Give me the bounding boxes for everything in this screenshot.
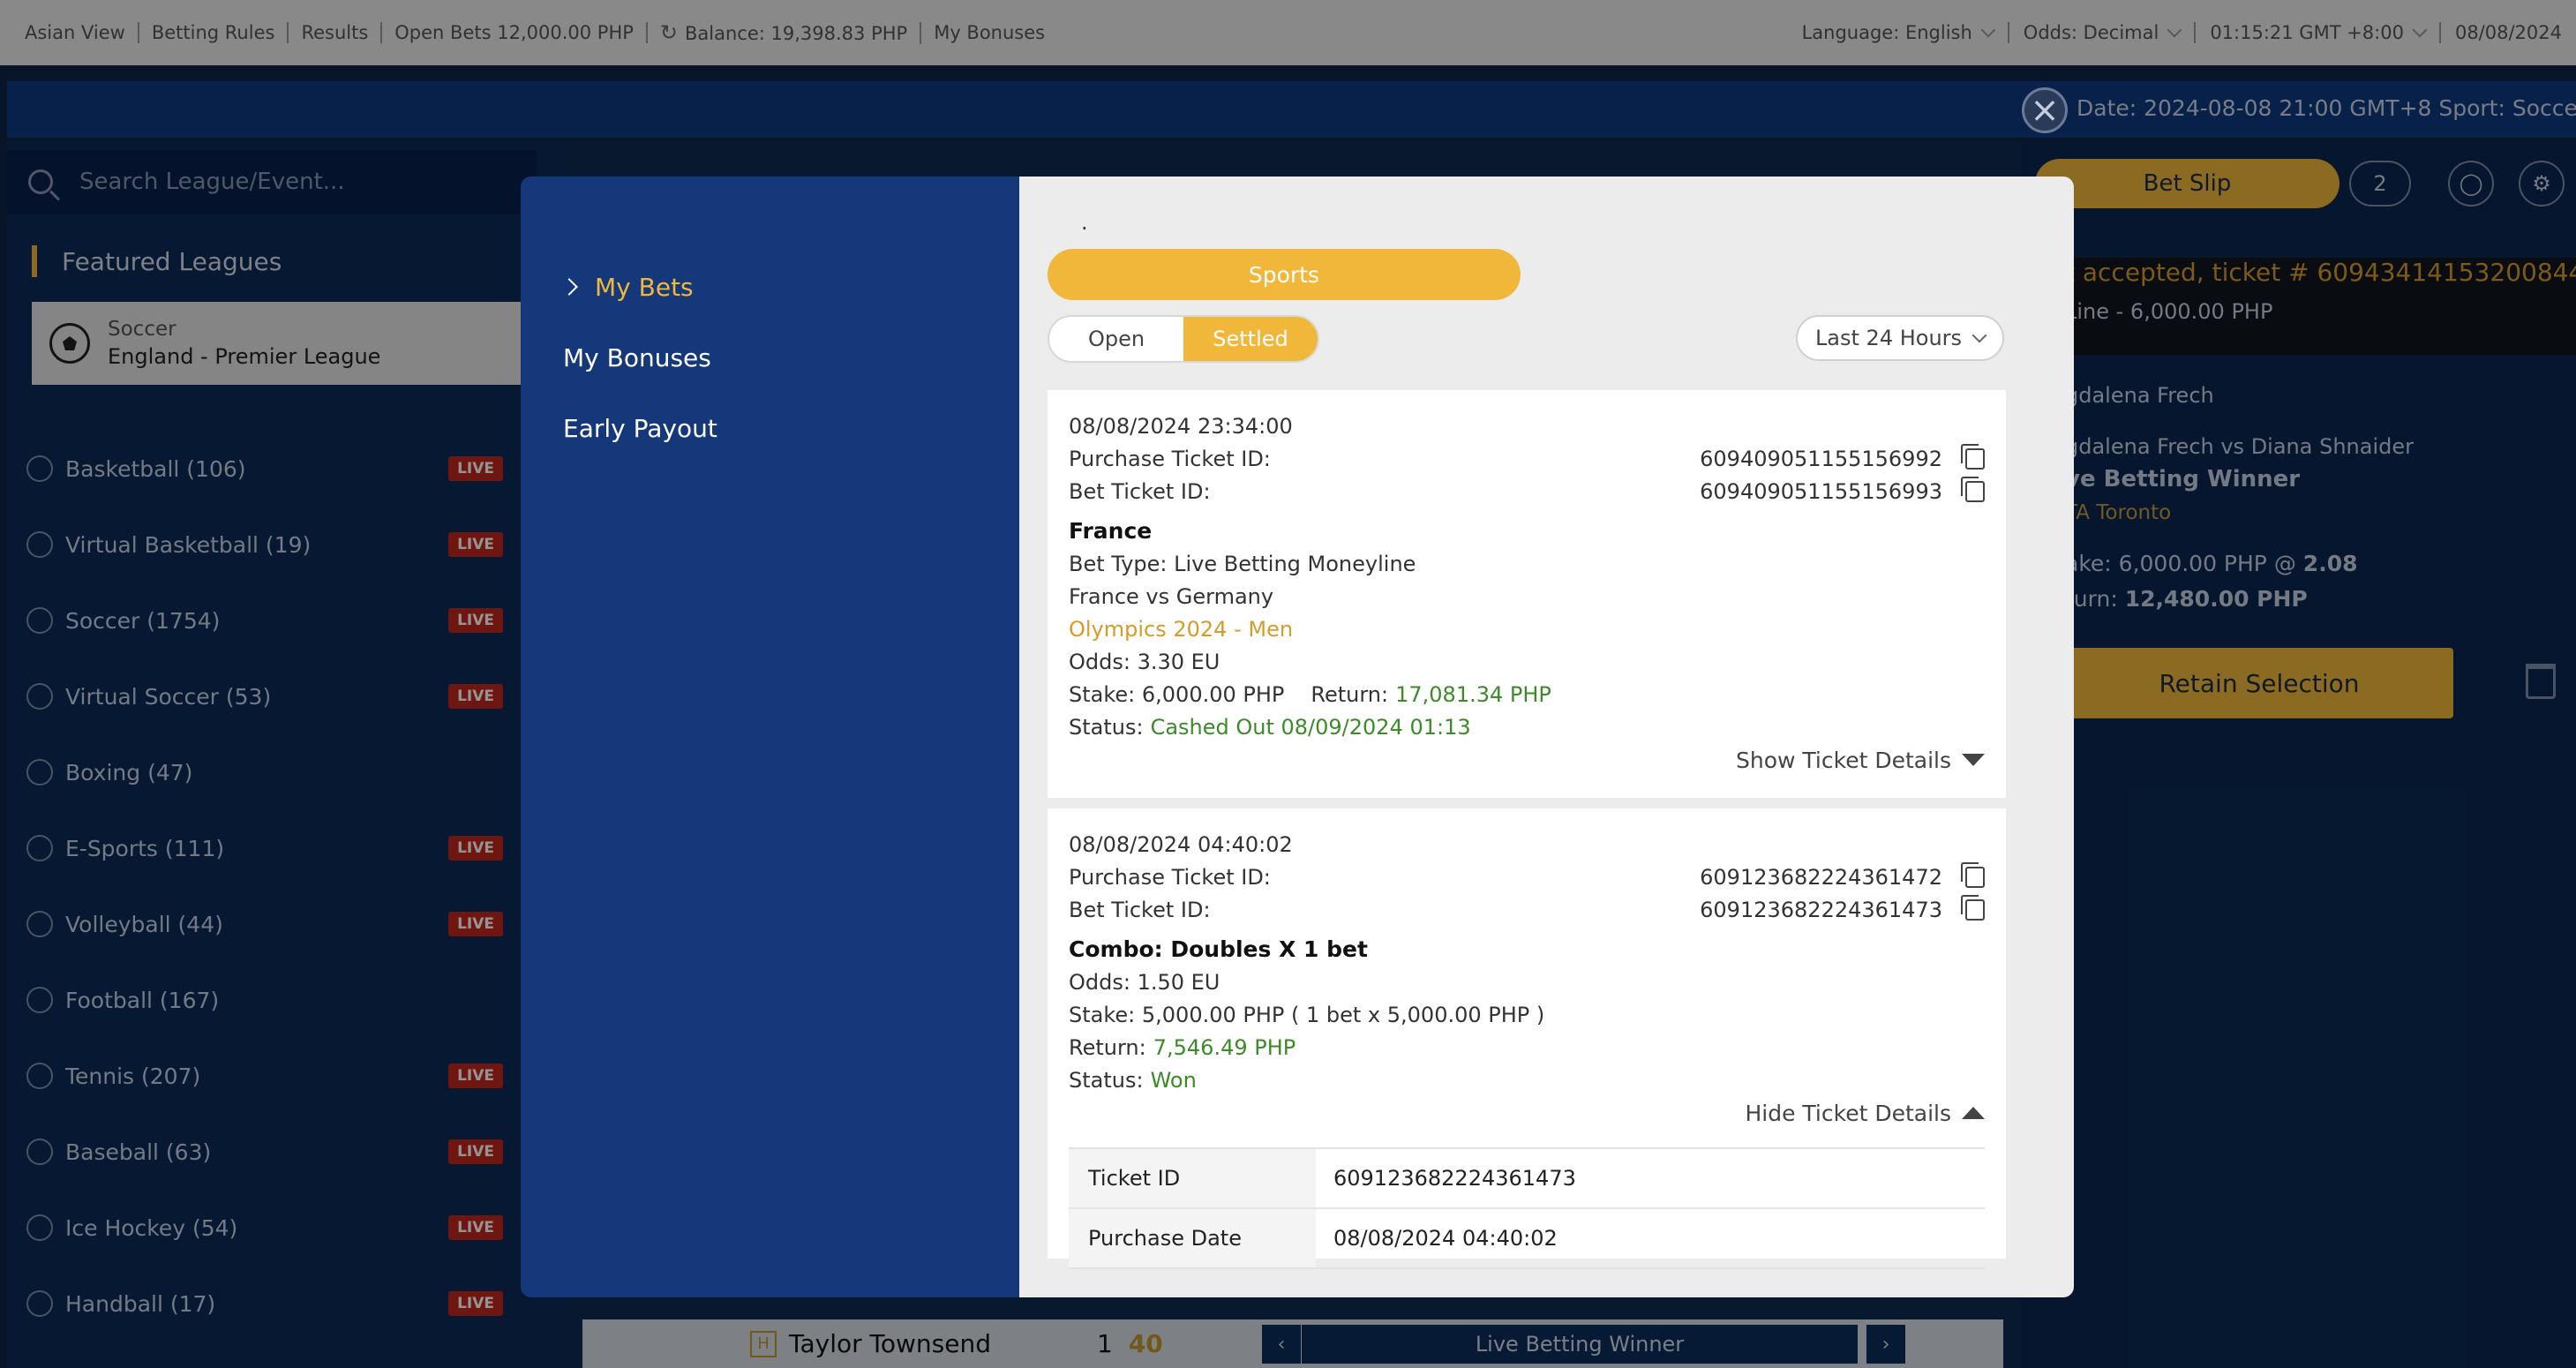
- triangle-up-icon: [1962, 1107, 1985, 1119]
- modal-content: . Sports Open Settled Last 24 Hours 08/0…: [1019, 177, 2074, 1297]
- ticket-bet-type: Bet Type: Live Betting Moneyline: [1069, 551, 1416, 576]
- ticket-datetime: 08/08/2024 04:40:02: [1069, 831, 1293, 857]
- bet-label: Bet Ticket ID:: [1069, 897, 1211, 922]
- ticket-match: France vs Germany: [1069, 583, 1274, 609]
- bet-id: 609123682224361473: [1700, 897, 1942, 922]
- ticket-details-table: Ticket ID 609123682224361473 Purchase Dat…: [1069, 1147, 1985, 1269]
- copy-icon[interactable]: [1961, 894, 1985, 921]
- ticket-stake-return: Stake: 6,000.00 PHP Return: 17,081.34 PHP: [1069, 678, 1985, 710]
- nav-label: My Bets: [595, 272, 694, 302]
- return-label: Return:: [1069, 1034, 1146, 1060]
- purchase-ticket-row: Purchase Ticket ID: 609123682224361472: [1069, 861, 1985, 893]
- detail-key: Purchase Date: [1069, 1209, 1316, 1267]
- copy-icon[interactable]: [1961, 476, 1985, 502]
- ticket-card: 08/08/2024 04:40:02 Purchase Ticket ID: 6…: [1048, 808, 2006, 1269]
- close-icon[interactable]: ×: [2022, 87, 2068, 133]
- open-tab[interactable]: Open: [1049, 317, 1183, 361]
- copy-icon[interactable]: [1961, 861, 1985, 888]
- bet-status-toggle: Open Settled: [1048, 315, 1319, 363]
- return-value: 17,081.34 PHP: [1395, 681, 1551, 707]
- ticket-selection: France: [1069, 518, 1153, 544]
- hide-details-toggle[interactable]: Hide Ticket Details: [1069, 1096, 1985, 1130]
- ticket-stake: Stake: 6,000.00 PHP: [1069, 681, 1285, 707]
- status-label: Status:: [1069, 714, 1144, 740]
- bet-ticket-row: Bet Ticket ID: 609123682224361473: [1069, 893, 1985, 926]
- purchase-label: Purchase Ticket ID:: [1069, 864, 1271, 890]
- purchase-ticket-row: Purchase Ticket ID: 609409051155156992: [1069, 442, 1985, 475]
- ticket-return: Return: 7,546.49 PHP: [1069, 1031, 1985, 1064]
- table-row: Purchase Date 08/08/2024 04:40:02: [1069, 1209, 1985, 1269]
- nav-early-payout[interactable]: Early Payout: [521, 393, 1019, 463]
- chevron-right-icon: [560, 278, 578, 296]
- status-label: Status:: [1069, 1067, 1144, 1093]
- show-details-toggle[interactable]: Show Ticket Details: [1069, 743, 1985, 777]
- status-value: Won: [1150, 1067, 1197, 1093]
- period-select[interactable]: Last 24 Hours: [1796, 315, 2004, 361]
- ticket-odds: Odds: 3.30 EU: [1069, 649, 1220, 674]
- heading-fragment: .: [1081, 210, 1088, 235]
- ticket-odds: Odds: 1.50 EU: [1069, 969, 1220, 995]
- sports-tab[interactable]: Sports: [1048, 249, 1521, 300]
- purchase-id: 609409051155156992: [1700, 446, 1942, 471]
- purchase-id: 609123682224361472: [1700, 864, 1942, 890]
- detail-value: 08/08/2024 04:40:02: [1333, 1226, 1558, 1251]
- ticket-datetime: 08/08/2024 23:34:00: [1069, 413, 1293, 439]
- period-label: Last 24 Hours: [1814, 326, 1963, 350]
- my-bets-modal: My Bets My Bonuses Early Payout . Sports…: [521, 177, 2074, 1297]
- ticket-stake: Stake: 5,000.00 PHP ( 1 bet x 5,000.00 P…: [1069, 1002, 1545, 1027]
- ticket-league: Olympics 2024 - Men: [1069, 616, 1294, 642]
- bet-ticket-row: Bet Ticket ID: 609409051155156993: [1069, 475, 1985, 507]
- return-label: Return:: [1311, 681, 1389, 707]
- nav-my-bonuses[interactable]: My Bonuses: [521, 322, 1019, 393]
- ticket-status: Status: Cashed Out 08/09/2024 01:13: [1069, 710, 1985, 743]
- purchase-label: Purchase Ticket ID:: [1069, 446, 1271, 471]
- status-value: Cashed Out 08/09/2024 01:13: [1150, 714, 1471, 740]
- triangle-down-icon: [1962, 754, 1985, 766]
- ticket-selection: Combo: Doubles X 1 bet: [1069, 936, 1368, 962]
- detail-key: Ticket ID: [1069, 1149, 1316, 1207]
- chevron-down-icon: [1971, 327, 1987, 343]
- settled-tab[interactable]: Settled: [1183, 317, 1318, 361]
- toggle-label: Show Ticket Details: [1736, 747, 1951, 773]
- table-row: Ticket ID 609123682224361473: [1069, 1149, 1985, 1209]
- modal-nav: My Bets My Bonuses Early Payout: [521, 177, 1019, 1297]
- copy-icon[interactable]: [1961, 443, 1985, 470]
- return-value: 7,546.49 PHP: [1153, 1034, 1296, 1060]
- ticket-card: 08/08/2024 23:34:00 Purchase Ticket ID: 6…: [1048, 390, 2006, 798]
- bet-id: 609409051155156993: [1700, 478, 1942, 504]
- bet-label: Bet Ticket ID:: [1069, 478, 1211, 504]
- ticket-status: Status: Won: [1069, 1064, 1985, 1096]
- nav-my-bets[interactable]: My Bets: [521, 252, 1019, 322]
- detail-value: 609123682224361473: [1333, 1166, 1576, 1191]
- toggle-label: Hide Ticket Details: [1745, 1100, 1951, 1126]
